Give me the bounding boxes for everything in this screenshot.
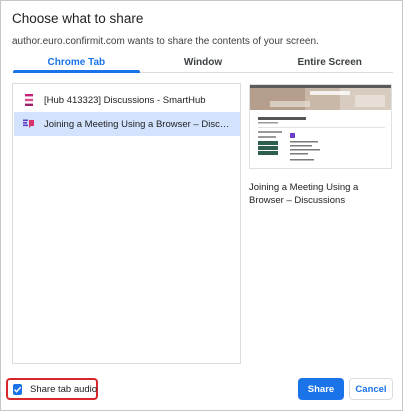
share-audio-control[interactable]: Share tab audio [6,378,98,400]
tab-entire-screen[interactable]: Entire Screen [266,53,393,73]
list-item-label: [Hub 413323] Discussions - SmartHub [44,94,206,106]
list-item-discussions[interactable]: Joining a Meeting Using a Browser – Disc… [14,112,240,136]
discussions-icon [23,118,35,130]
share-button[interactable]: Share [298,378,344,400]
tab-window[interactable]: Window [140,53,267,73]
list-item-label: Joining a Meeting Using a Browser – Disc… [44,118,234,130]
preview-image [250,85,391,168]
checkmark-icon [13,386,22,393]
tab-list: [Hub 413323] Discussions - SmartHub Join… [12,83,241,364]
active-tab-indicator [13,70,140,73]
share-audio-checkbox[interactable] [13,383,22,395]
dialog-title: Choose what to share [12,11,144,26]
preview-caption: Joining a Meeting Using a Browser – Disc… [249,182,359,206]
dialog-subtitle: author.euro.confirmit.com wants to share… [12,36,319,47]
smarthub-icon [23,94,35,106]
share-audio-label: Share tab audio [30,383,98,395]
list-item-smarthub[interactable]: [Hub 413323] Discussions - SmartHub [14,88,240,112]
tab-preview-thumbnail [249,84,392,169]
share-dialog: Choose what to share author.euro.confirm… [0,0,403,411]
cancel-button[interactable]: Cancel [349,378,393,400]
